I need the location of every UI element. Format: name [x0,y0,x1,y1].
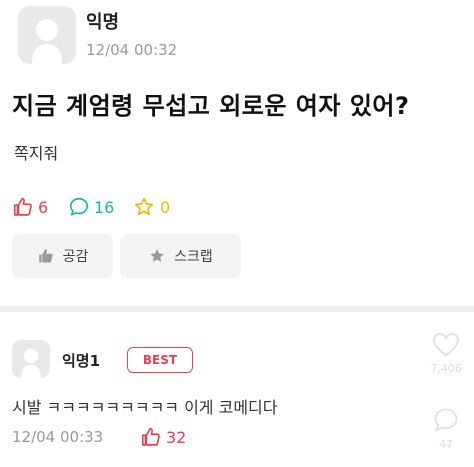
scrap-button[interactable]: 스크랩 [120,234,241,278]
post-avatar [18,6,76,64]
thumbs-up-icon [141,427,160,446]
comment-author: 익명1 [62,352,101,370]
comment-like-count: 32 [166,427,187,447]
comment-stat: 16 [68,196,114,218]
comment-bubble-icon [69,197,89,216]
post-title: 지금 계엄령 무섭고 외로운 여자 있어? [12,92,410,120]
scrap-count: 0 [160,197,171,217]
section-divider [0,306,474,312]
scrap-stat: 0 [132,196,170,218]
comment-text: 시발 ㅋㅋㅋㅋㅋㅋㅋㅋㅋ 이게 코메디다 [12,398,278,417]
post-body: 쪽지줘 [14,144,59,163]
thumbs-up-icon [13,197,32,216]
comment-count: 16 [94,197,115,217]
overlay-like-count: 7,406 [430,362,462,375]
comment-avatar [12,340,50,378]
star-icon [134,197,154,216]
like-stat: 6 [12,196,48,218]
avatar-silhouette-icon [21,348,41,378]
like-button[interactable]: 공감 [12,234,113,278]
overlay-comment-button[interactable]: 47 [422,406,470,451]
comment-timestamp: 12/04 00:33 [12,428,104,446]
star-icon [150,249,164,262]
like-button-label: 공감 [62,249,89,265]
avatar-silhouette-icon [32,19,62,64]
thumbs-up-icon [38,249,53,263]
overlay-like-button[interactable]: 7,406 [422,330,470,375]
best-badge: BEST [127,347,193,373]
overlay-comment-count: 47 [439,438,453,451]
scrap-button-label: 스크랩 [174,249,213,265]
heart-icon [433,332,459,357]
comment-bubble-icon [434,408,458,432]
post-author: 익명 [86,12,120,33]
like-count: 6 [38,197,49,217]
post-timestamp: 12/04 00:32 [86,41,178,59]
comment-like-stat: 32 [140,426,186,448]
